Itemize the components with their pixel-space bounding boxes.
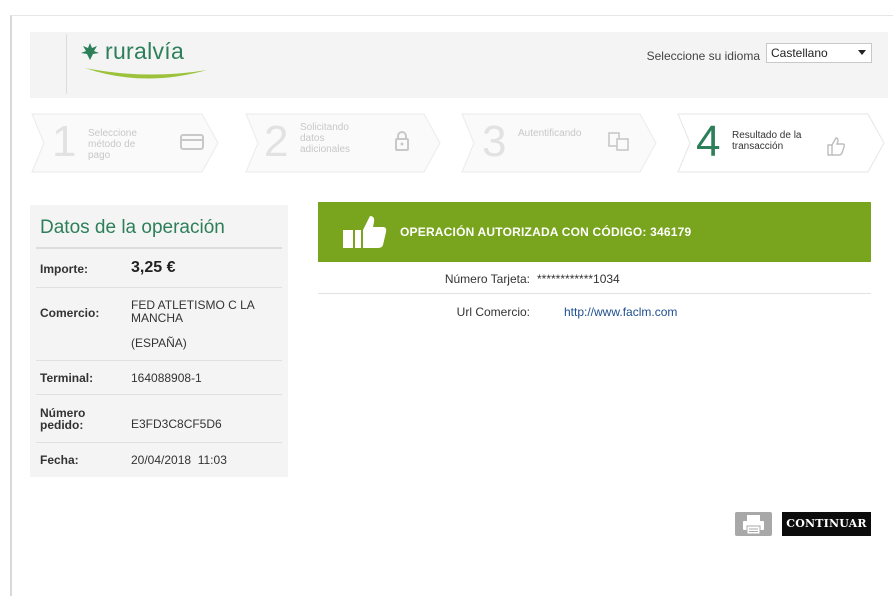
thumbs-up-icon xyxy=(827,137,846,156)
row-value: FED ATLETISMO C LA MANCHA xyxy=(131,298,255,325)
step-number: 1 xyxy=(52,117,77,166)
logo-text: ruralvía xyxy=(105,38,185,64)
step-label: Solicitando datos adicionales xyxy=(300,122,351,155)
step-2: 2 Solicitando datos adicionales xyxy=(244,108,444,178)
logo-swoosh xyxy=(85,68,207,79)
row-value: 164088908-1 xyxy=(131,371,202,385)
row-key: Fecha: xyxy=(40,453,79,467)
card-number-value: ************1034 xyxy=(537,272,620,286)
divider xyxy=(36,247,282,249)
header: ruralvía Seleccione su idioma Castellano xyxy=(30,32,888,98)
step-label: Seleccione método de pago xyxy=(88,128,137,161)
ruralvia-logo[interactable]: ruralvía xyxy=(66,34,217,94)
leaf-logo-icon xyxy=(81,43,99,60)
merchant-url-label: Url Comercio: xyxy=(456,305,530,319)
row-value: E3FD3C8CF5D6 xyxy=(131,417,222,431)
step-number: 4 xyxy=(696,117,721,166)
row-value-secondary: (ESPAÑA) xyxy=(131,336,187,350)
row-key: Comercio: xyxy=(40,306,100,320)
continue-button[interactable]: CONTINUAR xyxy=(782,512,871,536)
row-key: Número pedido: xyxy=(40,406,86,432)
operation-row-fecha: Fecha: 20/04/2018 11:03 xyxy=(36,443,282,475)
result-banner: OPERACIÓN AUTORIZADA CON CÓDIGO: 346179 xyxy=(318,202,871,262)
operation-title: Datos de la operación xyxy=(40,217,225,238)
step-1: 1 Seleccione método de pago xyxy=(30,108,220,178)
step-4: 4 Resultado de la transacción xyxy=(676,108,890,178)
operation-row-terminal: Terminal: 164088908-1 xyxy=(36,361,282,395)
merchant-url-row: Url Comercio: http://www.faclm.com xyxy=(318,305,871,323)
step-label: Resultado de la transacción xyxy=(732,130,802,152)
step-label: Autentificando xyxy=(518,128,582,139)
lock-icon xyxy=(395,131,409,151)
divider xyxy=(318,293,871,294)
merchant-url-link[interactable]: http://www.faclm.com xyxy=(564,305,677,319)
row-key: Importe: xyxy=(40,262,88,276)
printer-icon xyxy=(743,515,764,535)
row-value: 20/04/2018 11:03 xyxy=(131,453,227,467)
operation-panel: Datos de la operación Importe: 3,25 € Co… xyxy=(30,205,288,477)
authorization-message: OPERACIÓN AUTORIZADA CON CÓDIGO: 346179 xyxy=(400,225,692,239)
progress-steps: 1 Seleccione método de pago 2 Solicitand… xyxy=(30,108,890,178)
step-number: 3 xyxy=(482,117,507,166)
print-button[interactable] xyxy=(735,512,772,536)
language-selected-value: Castellano xyxy=(771,46,828,60)
language-label: Seleccione su idioma xyxy=(646,49,760,63)
card-number-row: Número Tarjeta: ************1034 xyxy=(318,272,871,290)
row-key: Terminal: xyxy=(40,371,94,385)
operation-row-importe: Importe: 3,25 € xyxy=(36,251,282,288)
devices-icon xyxy=(608,132,629,151)
operation-row-comercio: Comercio: FED ATLETISMO C LA MANCHA (ESP… xyxy=(36,288,282,361)
language-select[interactable]: Castellano xyxy=(766,43,872,63)
chevron-down-icon xyxy=(858,50,866,55)
step-3: 3 Autentificando xyxy=(460,108,660,178)
credit-card-icon xyxy=(180,134,204,150)
operation-row-pedido: Número pedido: E3FD3C8CF5D6 xyxy=(36,395,282,443)
thumbs-up-icon xyxy=(343,216,387,248)
row-value: 3,25 € xyxy=(131,259,176,276)
card-number-label: Número Tarjeta: xyxy=(444,272,530,286)
step-number: 2 xyxy=(264,117,289,166)
